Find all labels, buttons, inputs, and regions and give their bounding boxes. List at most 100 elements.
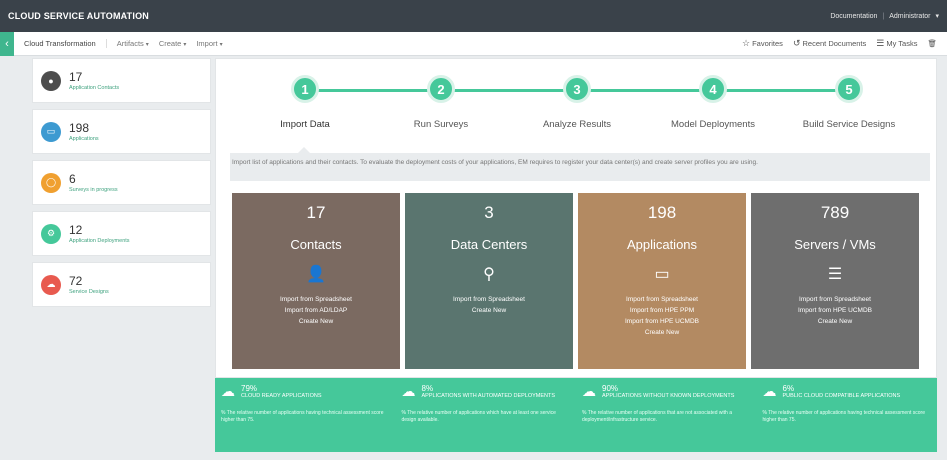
step-label: Analyze Results (542, 119, 612, 130)
import-spreadsheet-link[interactable]: Import from Spreadsheet (751, 294, 919, 305)
step-progress: 1 Import Data 2 Run Surveys 3 Analyze Resul… (216, 59, 938, 149)
stat-card-applications[interactable]: ▭ 198 Applications (32, 109, 211, 154)
inbox-icon: ▭ (41, 121, 61, 142)
metric-percent: 8% (421, 384, 434, 393)
chat-icon: ◯ (41, 172, 61, 193)
stat-card-deployments[interactable]: ⚙ 12 Application Deployments (32, 211, 211, 256)
tile-contacts: 17 Contacts 👤 Import from Spreadsheet Im… (232, 193, 400, 369)
tile-label: Data Centers (450, 237, 528, 252)
menu-import[interactable]: Import ▾ (196, 39, 222, 48)
stat-card-surveys[interactable]: ◯ 6 Surveys in progress (32, 160, 211, 205)
metric-label: APPLICATIONS WITHOUT KNOWN DEPLOYMENTS (602, 393, 735, 399)
import-hpe-ucmdb-link[interactable]: Import from HPE UCMDB (578, 316, 746, 327)
stat-value: 6 (69, 171, 76, 186)
step-import-data[interactable]: 1 Import Data (240, 75, 370, 130)
step-label: Build Service Designs (802, 119, 896, 130)
admin-menu[interactable]: Administrator (889, 13, 930, 20)
chevron-down-icon: ▾ (145, 42, 149, 48)
top-bar: CLOUD SERVICE AUTOMATION Documentation |… (0, 0, 947, 32)
metric-percent: 90% (602, 384, 619, 393)
metric-public-cloud: ☁ 6% PUBLIC CLOUD COMPATIBLE APPLICATIONS … (757, 378, 938, 452)
metric-cloud-ready: ☁ 79% CLOUD READY APPLICATIONS % The relat… (215, 378, 396, 452)
stat-label: Applications (69, 135, 99, 142)
menu-create[interactable]: Create ▾ (159, 39, 187, 48)
tasks-label: My Tasks (886, 39, 918, 48)
import-hpe-ppm-link[interactable]: Import from HPE PPM (578, 305, 746, 316)
favorites-link[interactable]: ☆ Favorites (742, 38, 783, 49)
trash-icon[interactable]: 🗑 (927, 39, 937, 48)
chevron-down-icon: ▾ (183, 42, 187, 48)
tile-label: Applications (626, 237, 698, 252)
sidebar: ● 17 Application Contacts ▭ 198 Applicatio… (32, 58, 211, 313)
divider: | (882, 12, 885, 20)
user-icon: 👤 (306, 266, 326, 283)
metric-automated-deployments: ☁ 8% APPLICATIONS WITH AUTOMATED DEPLOYMEN… (396, 378, 577, 452)
create-new-link[interactable]: Create New (232, 316, 400, 327)
create-new-link[interactable]: Create New (751, 316, 919, 327)
tile-servers: 789 Servers / VMs ☰ Import from Spreadsh… (751, 193, 919, 369)
tile-value: 17 (306, 203, 326, 222)
menu-artifacts-label: Artifacts (116, 39, 144, 48)
tile-value: 789 (820, 203, 850, 222)
stat-label: Application Contacts (69, 84, 120, 91)
user-icon: ● (41, 70, 61, 91)
stat-value: 198 (69, 120, 90, 135)
metric-note: % The relative number of applications th… (582, 410, 732, 423)
step-run-surveys[interactable]: 2 Run Surveys (376, 75, 506, 130)
stat-card-service-designs[interactable]: ☁ 72 Service Designs (32, 262, 211, 307)
import-spreadsheet-link[interactable]: Import from Spreadsheet (232, 294, 400, 305)
stat-value: 12 (69, 222, 83, 237)
cloud-icon: ☁ (762, 383, 777, 399)
stat-label: Surveys in progress (69, 186, 118, 193)
stat-value: 17 (69, 69, 83, 84)
tile-applications: 198 Applications ▭ Import from Spreadshe… (578, 193, 746, 369)
step-number: 4 (699, 75, 727, 103)
location-pin-icon: ⚲ (483, 266, 495, 283)
menu-artifacts[interactable]: Artifacts ▾ (117, 39, 149, 48)
stat-label: Service Designs (69, 288, 109, 295)
menu-import-label: Import (196, 39, 218, 48)
gears-icon: ⚙ (41, 223, 61, 244)
tasks-icon: ☰ (876, 38, 885, 48)
step-build-service-designs[interactable]: 5 Build Service Designs (784, 75, 914, 130)
step-number: 5 (835, 75, 863, 103)
metric-percent: 79% (241, 384, 258, 393)
metrics-bar: ☁ 79% CLOUD READY APPLICATIONS % The relat… (215, 378, 937, 452)
step-analyze-results[interactable]: 3 Analyze Results (512, 75, 642, 130)
create-new-link[interactable]: Create New (578, 327, 746, 338)
step-label: Model Deployments (671, 119, 755, 130)
import-ad-ldap-link[interactable]: Import from AD/LDAP (232, 305, 400, 316)
cloud-icon: ☁ (401, 383, 416, 399)
step-number: 2 (427, 75, 455, 103)
metric-note: % The relative number of applications wh… (401, 410, 556, 423)
chevron-down-icon: ▾ (219, 42, 223, 48)
metric-label: APPLICATIONS WITH AUTOMATED DEPLOYMENTS (421, 393, 556, 399)
import-spreadsheet-link[interactable]: Import from Spreadsheet (405, 294, 573, 305)
menu-create-label: Create (158, 39, 182, 48)
metric-label: PUBLIC CLOUD COMPATIBLE APPLICATIONS (782, 393, 901, 399)
back-button[interactable]: ‹ (0, 31, 14, 56)
import-spreadsheet-link[interactable]: Import from Spreadsheet (578, 294, 746, 305)
chevron-down-icon[interactable]: ▾ (935, 12, 939, 20)
step-label: Run Surveys (413, 119, 469, 130)
stat-card-contacts[interactable]: ● 17 Application Contacts (32, 58, 211, 103)
navigation-bar: ‹ Cloud Transformation Artifacts ▾ Create… (0, 31, 947, 56)
tile-label: Servers / VMs (794, 237, 876, 252)
step-model-deployments[interactable]: 4 Model Deployments (648, 75, 778, 130)
inbox-icon: ▭ (654, 266, 670, 283)
metric-note: % The relative number of applications ha… (221, 410, 384, 423)
my-tasks-link[interactable]: ☰ My Tasks (876, 38, 917, 49)
create-new-link[interactable]: Create New (405, 305, 573, 316)
import-hpe-ucmdb-link[interactable]: Import from HPE UCMDB (751, 305, 919, 316)
recent-documents-link[interactable]: ↺ Recent Documents (793, 38, 866, 49)
step-number: 3 (563, 75, 591, 103)
recent-label: Recent Documents (802, 39, 867, 48)
main-panel: 1 Import Data 2 Run Surveys 3 Analyze Resul… (215, 58, 937, 378)
breadcrumb[interactable]: Cloud Transformation (24, 39, 107, 48)
tile-data-centers: 3 Data Centers ⚲ Import from Spreadsheet… (405, 193, 573, 369)
metric-percent: 6% (782, 384, 795, 393)
app-title: CLOUD SERVICE AUTOMATION (8, 11, 149, 21)
tile-value: 3 (484, 203, 494, 222)
stat-label: Application Deployments (69, 237, 130, 244)
documentation-link[interactable]: Documentation (830, 13, 877, 20)
